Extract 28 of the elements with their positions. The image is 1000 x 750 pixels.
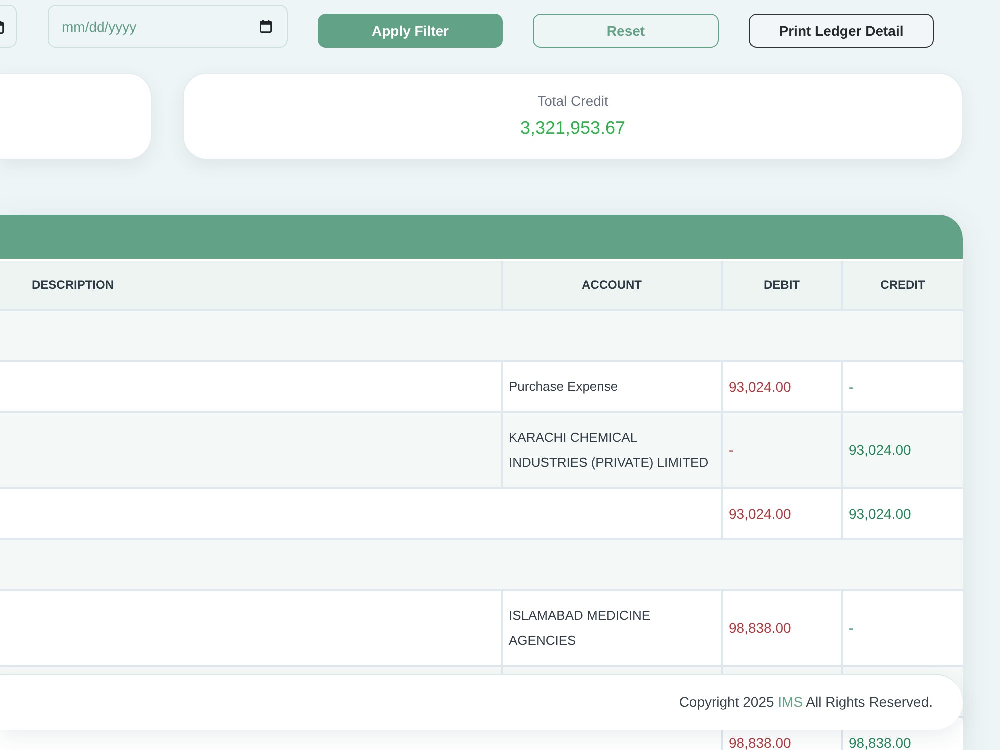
date-input-field[interactable]: mm/dd/yyyy <box>48 5 288 48</box>
account-name: Purchase Expense <box>509 378 618 396</box>
credit-amount: 93,024.00 <box>849 443 912 457</box>
brand-link[interactable]: IMS <box>778 694 804 710</box>
credit-amount: - <box>849 621 854 635</box>
credit-total: 98,838.00 <box>849 736 912 750</box>
column-header: DEBIT <box>723 261 843 309</box>
calendar-icon <box>0 21 4 34</box>
summary-value: 3,321,953.67 <box>520 117 626 140</box>
debit-amount: 93,024.00 <box>729 380 792 394</box>
reset-button[interactable]: Reset <box>533 14 719 48</box>
summary-label: Total Credit <box>538 92 608 111</box>
column-header: DESCRIPTION <box>0 261 503 309</box>
debit-amount: 98,838.00 <box>729 621 792 635</box>
account-name: KARACHI CHEMICAL INDUSTRIES (PRIVATE) LIMITED <box>509 429 710 472</box>
credit-total: 93,024.00 <box>849 506 912 520</box>
credit-amount: - <box>849 380 854 394</box>
date-input-field[interactable] <box>0 5 17 48</box>
debit-total: 98,838.00 <box>729 736 792 750</box>
account-name: ISLAMABAD MEDICINE AGENCIES <box>509 607 652 650</box>
copyright-text: Copyright 2025 IMS All Rights Reserved. <box>679 693 933 712</box>
debit-total: 93,024.00 <box>729 506 792 520</box>
debit-amount: - <box>729 443 734 457</box>
apply-filter-button[interactable]: Apply Filter <box>318 14 503 48</box>
calendar-icon[interactable] <box>260 20 272 33</box>
print-button[interactable]: Print Ledger Detail <box>749 14 934 48</box>
column-header: ACCOUNT <box>503 261 723 309</box>
column-header: CREDIT <box>880 277 926 294</box>
